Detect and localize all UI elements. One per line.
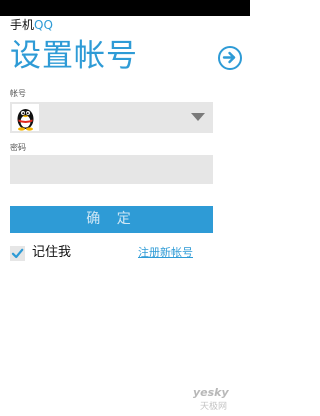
dropdown-arrow-icon	[191, 113, 205, 121]
app-name-part1: 手机	[10, 18, 35, 32]
svg-text:天极网: 天极网	[200, 400, 227, 412]
yesky-watermark: yesky 天极网	[192, 384, 244, 412]
app-name: 手机QQ	[10, 18, 53, 32]
confirm-button[interactable]: 确 定	[10, 206, 213, 233]
remember-checkbox[interactable]	[10, 246, 25, 261]
next-button[interactable]	[218, 46, 242, 70]
register-link[interactable]: 注册新帐号	[138, 246, 193, 260]
arrow-right-icon	[222, 51, 236, 64]
checkmark-icon	[11, 248, 24, 259]
password-field[interactable]	[10, 155, 213, 184]
status-bar	[0, 0, 250, 16]
svg-text:yesky: yesky	[193, 386, 229, 399]
account-select[interactable]	[10, 102, 213, 133]
app-name-part2: QQ	[34, 18, 53, 32]
password-label: 密码	[10, 143, 26, 152]
page-title: 设置帐号	[10, 38, 138, 74]
account-label: 帐号	[10, 89, 26, 98]
remember-label: 记住我	[32, 245, 72, 260]
qq-penguin-icon	[12, 104, 39, 131]
